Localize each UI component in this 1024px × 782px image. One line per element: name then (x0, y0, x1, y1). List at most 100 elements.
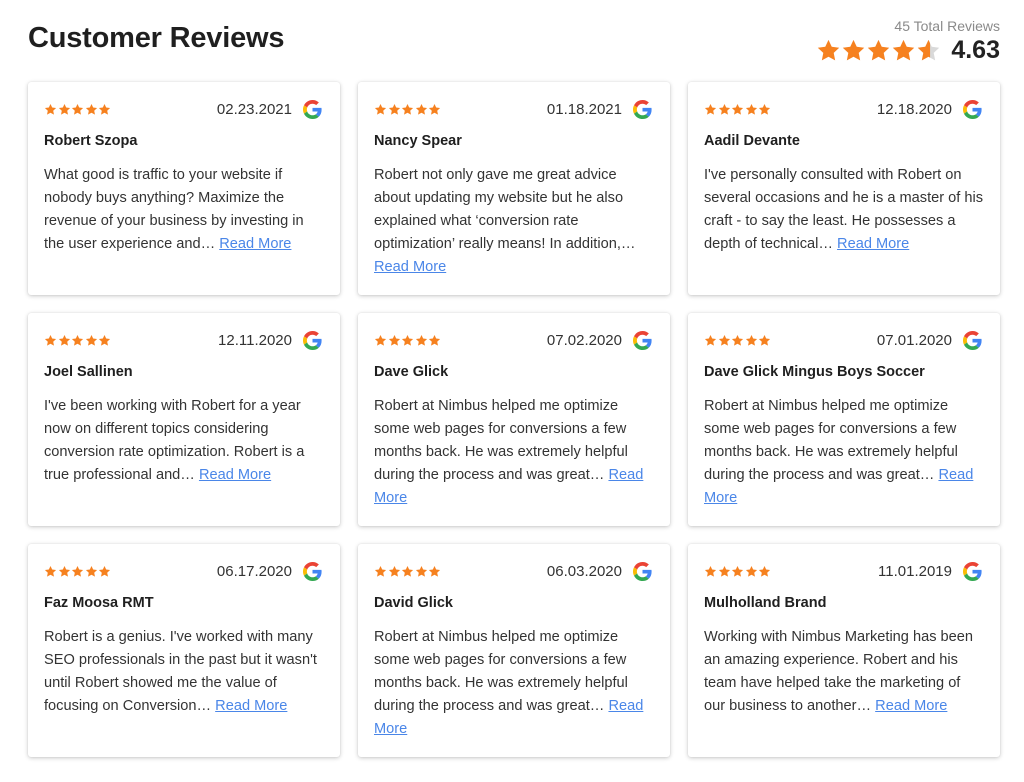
read-more-link[interactable]: Read More (837, 236, 909, 252)
review-date: 12.18.2020 (876, 100, 952, 118)
star-icon (58, 103, 70, 115)
star-icon (758, 565, 771, 577)
reviewer-name: Aadil Devante (704, 133, 800, 149)
review-text: What good is traffic to your website if … (44, 164, 324, 256)
read-more-link[interactable]: Read More (215, 698, 287, 714)
review-card: 06.17.2020 Faz Moosa RMT Robert is a gen… (28, 544, 340, 757)
review-text: Robert at Nimbus helped me optimize some… (704, 395, 984, 510)
review-card: 01.18.2021 Nancy Spear Robert not only g… (358, 82, 670, 295)
read-more-link[interactable]: Read More (199, 467, 271, 483)
star-icon (44, 103, 57, 115)
review-body: Robert at Nimbus helped me optimize some… (374, 629, 628, 714)
review-meta: 11.01.2019 (878, 561, 982, 581)
star-icon (44, 565, 57, 577)
reviewer-name: Dave Glick Mingus Boys Soccer (704, 364, 925, 380)
read-more-link[interactable]: Read More (219, 236, 291, 252)
reviewer-name: Robert Szopa (44, 133, 138, 149)
star-icon (58, 565, 70, 577)
star-icon (388, 103, 400, 115)
review-text: Robert is a genius. I've worked with man… (44, 626, 324, 718)
overall-rating: 4.63 (816, 36, 1000, 65)
star-icon (415, 565, 427, 577)
google-icon (963, 99, 982, 119)
review-stars (704, 565, 772, 578)
reviewer-name: Mulholland Brand (704, 595, 827, 611)
review-date: 07.02.2020 (546, 331, 622, 349)
star-icon (401, 565, 414, 577)
review-text: I've personally consulted with Robert on… (704, 164, 984, 256)
reviewer-name: Joel Sallinen (44, 364, 133, 380)
review-stars (44, 334, 112, 347)
star-icon (893, 39, 915, 61)
star-icon (718, 565, 730, 577)
star-icon (704, 334, 717, 346)
star-icon (374, 565, 387, 577)
review-text: Working with Nimbus Marketing has been a… (704, 626, 984, 718)
review-body: Robert at Nimbus helped me optimize some… (704, 398, 958, 483)
star-icon (843, 39, 865, 61)
star-icon (388, 565, 400, 577)
review-text: I've been working with Robert for a year… (44, 395, 324, 487)
review-meta: 07.02.2020 (546, 330, 652, 350)
star-icon (85, 565, 97, 577)
star-icon (745, 103, 757, 115)
review-stars (704, 334, 772, 347)
star-icon (718, 103, 730, 115)
star-icon (71, 565, 84, 577)
reviewer-name: Nancy Spear (374, 133, 462, 149)
reviews-header: Customer Reviews 45 Total Reviews 4.63 (0, 0, 1024, 80)
star-icon (98, 103, 111, 115)
reviews-grid: 02.23.2021 Robert Szopa What good is tra… (28, 82, 1000, 757)
review-card-header: 11.01.2019 (704, 561, 982, 581)
review-card: 07.02.2020 Dave Glick Robert at Nimbus h… (358, 313, 670, 526)
review-stars (44, 103, 112, 116)
review-card: 02.23.2021 Robert Szopa What good is tra… (28, 82, 340, 295)
star-icon (415, 334, 427, 346)
review-date: 07.01.2020 (876, 331, 952, 349)
review-text: Robert at Nimbus helped me optimize some… (374, 395, 654, 510)
google-icon (633, 99, 652, 119)
review-date: 06.17.2020 (216, 562, 292, 580)
review-text: Robert at Nimbus helped me optimize some… (374, 626, 654, 741)
review-date: 12.11.2020 (218, 331, 292, 349)
star-icon (98, 334, 111, 346)
overall-rating-value: 4.63 (951, 36, 1000, 64)
review-body: Robert at Nimbus helped me optimize some… (374, 398, 628, 483)
review-card: 11.01.2019 Mulholland Brand Working with… (688, 544, 1000, 757)
read-more-link[interactable]: Read More (374, 259, 446, 275)
google-icon (963, 330, 982, 350)
review-date: 01.18.2021 (546, 100, 622, 118)
google-icon (633, 330, 652, 350)
review-stars (374, 565, 442, 578)
review-meta: 06.03.2020 (546, 561, 652, 581)
review-date: 06.03.2020 (546, 562, 622, 580)
star-icon (71, 103, 84, 115)
reviewer-name: Dave Glick (374, 364, 449, 380)
star-icon (758, 334, 771, 346)
review-stars (704, 103, 772, 116)
review-card: 06.03.2020 David Glick Robert at Nimbus … (358, 544, 670, 757)
review-meta: 07.01.2020 (876, 330, 982, 350)
star-icon (401, 103, 414, 115)
star-icon (731, 334, 744, 346)
star-icon (388, 334, 400, 346)
review-card-header: 02.23.2021 (44, 99, 322, 119)
star-icon (428, 565, 441, 577)
review-card: 12.11.2020 Joel Sallinen I've been worki… (28, 313, 340, 526)
star-icon (758, 103, 771, 115)
read-more-link[interactable]: Read More (875, 698, 947, 714)
review-stars (374, 103, 442, 116)
star-icon (85, 103, 97, 115)
star-icon (85, 334, 97, 346)
overall-rating-stars (816, 38, 941, 63)
star-half-icon (918, 39, 940, 61)
star-icon (71, 334, 84, 346)
review-stars (44, 565, 112, 578)
star-icon (718, 334, 730, 346)
review-card-header: 07.01.2020 (704, 330, 982, 350)
star-icon (868, 39, 890, 61)
review-meta: 12.11.2020 (218, 330, 322, 350)
review-card-header: 01.18.2021 (374, 99, 652, 119)
star-icon (745, 334, 757, 346)
review-stars (374, 334, 442, 347)
